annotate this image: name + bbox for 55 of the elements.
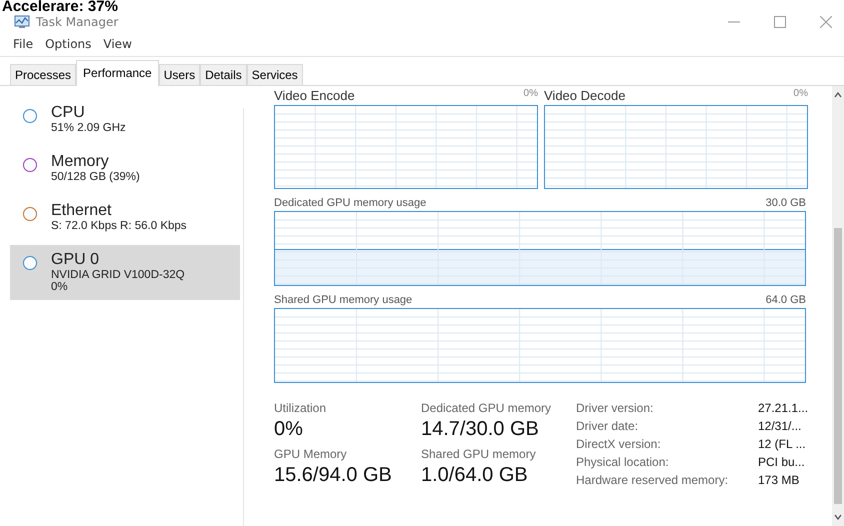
app-icon [14, 15, 30, 29]
stat-value: 0% [274, 418, 304, 441]
tab[interactable]: Details [200, 64, 247, 85]
maximize-icon[interactable] [774, 16, 786, 28]
item-detail: 0% [51, 281, 69, 293]
menu-item[interactable]: Options [45, 37, 92, 51]
detail-value: 27.21.1... [758, 401, 808, 415]
tab[interactable]: Services [246, 64, 303, 85]
stat-value: 14.7/30.0 GB [421, 418, 540, 441]
item-detail: 50/128 GB (39%) [51, 171, 140, 183]
graph-title: Shared GPU memory usage [274, 294, 412, 306]
graph-max: 0% [524, 88, 538, 101]
detail-label: Physical location: [576, 455, 670, 469]
caption-text: Accelerare: 37% [2, 0, 118, 14]
graph-max: 0% [794, 88, 808, 101]
stat-label: Dedicated GPU memory [421, 401, 552, 415]
menu-item[interactable]: View [103, 37, 132, 51]
scroll-down-icon[interactable] [834, 514, 842, 520]
item-detail: S: 72.0 Kbps R: 56.0 Kbps [51, 220, 187, 232]
detail-value: PCI bu... [758, 455, 806, 469]
sidebar-item[interactable]: Ethernet S: 72.0 Kbps R: 56.0 Kbps [10, 196, 240, 239]
graph-title: Video Decode [544, 88, 626, 103]
item-name: Ethernet [51, 202, 112, 220]
sidebar-item[interactable]: CPU 51% 2.09 GHz [10, 98, 240, 141]
graph-max: 64.0 GB [766, 294, 806, 306]
detail-label: Driver date: [576, 419, 640, 433]
graph-title: Video Encode [274, 88, 355, 103]
stat-label: GPU Memory [274, 447, 348, 461]
scroll-up-icon[interactable] [834, 92, 842, 98]
stat-value: 15.6/94.0 GB [274, 464, 393, 487]
detail-label: Hardware reserved memory: [576, 473, 730, 487]
graph-title: Dedicated GPU memory usage [274, 197, 426, 209]
tab[interactable]: Processes [10, 64, 76, 85]
graph-max: 30.0 GB [766, 197, 806, 209]
detail-value: 173 MB [758, 473, 800, 487]
scroll-thumb[interactable] [834, 228, 842, 504]
close-icon[interactable] [820, 16, 832, 28]
tab[interactable]: Users [158, 64, 200, 85]
sidebar-item[interactable]: Memory 50/128 GB (39%) [10, 147, 240, 190]
item-name: CPU [51, 104, 86, 122]
item-detail: NVIDIA GRID V100D-32Q [51, 269, 185, 281]
stat-label: Shared GPU memory [421, 447, 537, 461]
item-name: Memory [51, 153, 110, 171]
detail-label: Driver version: [576, 401, 654, 415]
window-title: Task Manager [36, 15, 118, 29]
detail-value: 12 (FL ... [758, 437, 807, 451]
sidebar-item[interactable]: GPU 0 NVIDIA GRID V100D-32Q 0% [10, 245, 240, 300]
item-name: GPU 0 [51, 251, 100, 269]
detail-label: DirectX version: [576, 437, 662, 451]
tab[interactable]: Performance [76, 60, 159, 86]
item-detail: 51% 2.09 GHz [51, 122, 126, 134]
stat-value: 1.0/64.0 GB [421, 464, 529, 487]
menu-item[interactable]: File [13, 37, 34, 51]
stat-label: Utilization [274, 401, 328, 415]
detail-value: 12/31/... [758, 419, 802, 433]
